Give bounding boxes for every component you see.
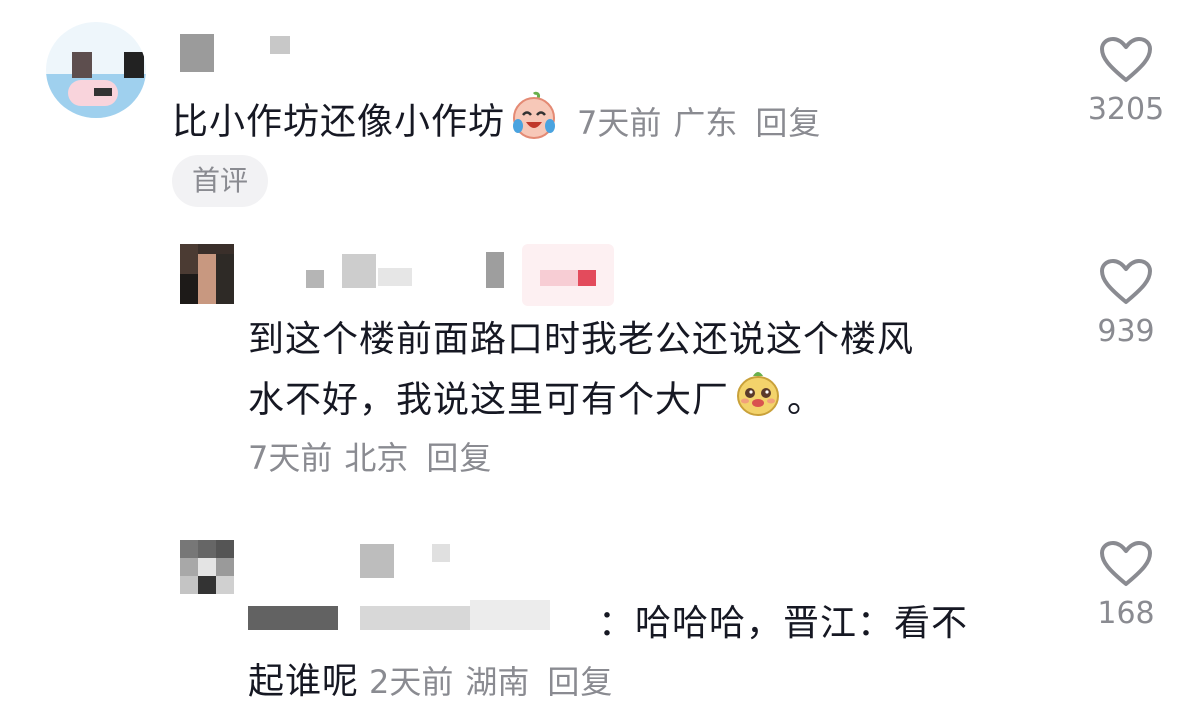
- comment-location: 广东: [673, 103, 738, 142]
- reply-target-blurred: [248, 606, 338, 630]
- comment-2-line2: 水不好，我说这里可有个大厂 。: [248, 368, 824, 435]
- comment-2: 到这个楼前面路口时我老公还说这个楼风 水不好，我说这里可有个大厂 。 7天前 北京…: [0, 230, 1200, 490]
- username-blurred[interactable]: [180, 34, 214, 72]
- like-button[interactable]: 168: [1081, 540, 1171, 631]
- like-count: 939: [1097, 314, 1155, 349]
- username-blurred-4: [486, 252, 504, 288]
- comment-time: 7天前: [248, 439, 333, 477]
- username-blurred-2: [432, 544, 450, 562]
- username-blurred[interactable]: [360, 544, 394, 578]
- avatar[interactable]: [180, 540, 234, 594]
- comment-location: 北京: [344, 439, 409, 477]
- first-comment-badge: 首评: [172, 155, 269, 207]
- comment-location: 湖南: [465, 663, 530, 701]
- comment-time: 2天前: [369, 663, 454, 701]
- comment-1: 比小作坊还像小作坊 7天前 广东 回复 首评 3205: [0, 0, 1200, 220]
- reply-target-blurred-3: [470, 600, 550, 630]
- comment-2-meta: 7天前 北京 回复: [248, 430, 492, 486]
- heart-icon: [1100, 259, 1152, 304]
- reply-button[interactable]: 回复: [547, 663, 613, 701]
- avatar[interactable]: [46, 22, 146, 118]
- crying-laughing-face-icon: [509, 90, 559, 157]
- comment-text: 比小作坊还像小作坊: [172, 101, 506, 143]
- comment-3-line1: ：哈哈哈，晋江：看不: [598, 603, 969, 644]
- heart-icon: [1100, 541, 1152, 586]
- avatar[interactable]: [180, 244, 234, 304]
- author-tag: [522, 244, 614, 306]
- like-count: 168: [1097, 596, 1155, 631]
- comment-text: 起谁呢: [248, 661, 360, 702]
- comment-text-end: 。: [787, 379, 825, 421]
- like-count: 3205: [1087, 92, 1165, 127]
- like-button[interactable]: 3205: [1081, 36, 1171, 127]
- comment-text: 水不好，我说这里可有个大厂: [248, 379, 730, 421]
- reply-button[interactable]: 回复: [755, 104, 821, 142]
- comment-1-body: 比小作坊还像小作坊 7天前 广东 回复: [172, 90, 821, 157]
- heart-icon: [1100, 37, 1152, 82]
- reply-target-blurred-2: [360, 606, 470, 630]
- username-blurred-3: [378, 268, 412, 286]
- comment-3: ：哈哈哈，晋江：看不 起谁呢 2天前 湖南 回复 168: [0, 530, 1200, 714]
- smiling-mascot-face-icon: [733, 368, 783, 435]
- comment-3-line2: 起谁呢 2天前 湖南 回复: [248, 654, 613, 710]
- username-blurred-2: [270, 36, 290, 54]
- reply-button[interactable]: 回复: [426, 439, 492, 477]
- like-button[interactable]: 939: [1081, 258, 1171, 349]
- username-blurred-2: [342, 254, 376, 288]
- comment-2-line1: 到这个楼前面路口时我老公还说这个楼风: [248, 319, 915, 360]
- username-blurred[interactable]: [306, 270, 324, 288]
- comment-time: 7天前: [577, 103, 662, 142]
